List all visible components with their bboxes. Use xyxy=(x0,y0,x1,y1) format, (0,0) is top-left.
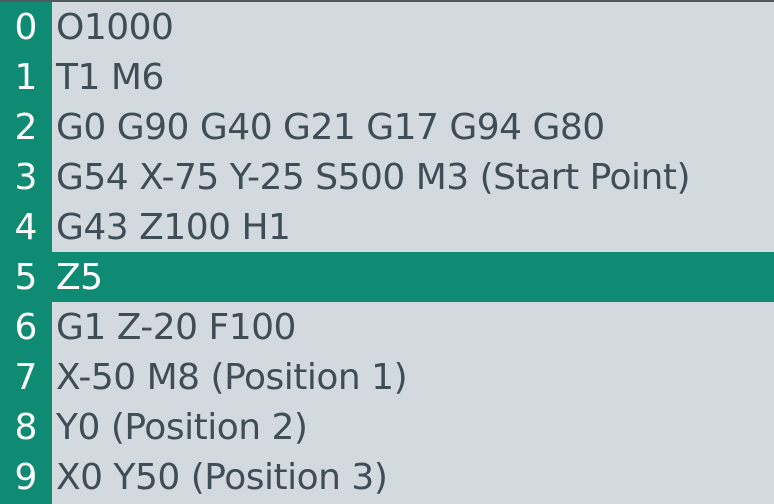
line-number: 8 xyxy=(14,406,38,448)
code-line-7[interactable]: 7 X-50 M8 (Position 1) xyxy=(0,352,774,402)
line-number: 6 xyxy=(14,306,38,348)
line-number: 1 xyxy=(14,56,38,98)
line-number: 4 xyxy=(14,206,38,248)
line-code: Y0 (Position 2) xyxy=(56,406,308,448)
line-code: O1000 xyxy=(56,6,174,48)
code-line-1[interactable]: 1 T1 M6 xyxy=(0,52,774,102)
code-line-2[interactable]: 2 G0 G90 G40 G21 G17 G94 G80 xyxy=(0,102,774,152)
line-number: 3 xyxy=(14,156,38,198)
line-code: T1 M6 xyxy=(56,56,164,98)
line-code: X-50 M8 (Position 1) xyxy=(56,356,408,398)
code-line-4[interactable]: 4 G43 Z100 H1 xyxy=(0,202,774,252)
line-code: X0 Y50 (Position 3) xyxy=(56,456,388,498)
line-number: 5 xyxy=(14,256,38,298)
line-code: G1 Z-20 F100 xyxy=(56,306,296,348)
gcode-editor[interactable]: 0 O1000 1 T1 M6 2 G0 G90 G40 G21 G17 G94… xyxy=(0,0,774,504)
line-code: Z5 xyxy=(56,256,103,298)
line-number: 0 xyxy=(14,6,38,48)
code-line-9[interactable]: 9 X0 Y50 (Position 3) xyxy=(0,452,774,502)
code-line-3[interactable]: 3 G54 X-75 Y-25 S500 M3 (Start Point) xyxy=(0,152,774,202)
code-line-6[interactable]: 6 G1 Z-20 F100 xyxy=(0,302,774,352)
code-line-8[interactable]: 8 Y0 (Position 2) xyxy=(0,402,774,452)
line-number: 9 xyxy=(14,456,38,498)
line-code: G54 X-75 Y-25 S500 M3 (Start Point) xyxy=(56,156,691,198)
line-code: G43 Z100 H1 xyxy=(56,206,291,248)
code-line-5-active[interactable]: 5 Z5 xyxy=(0,252,774,302)
line-number: 2 xyxy=(14,106,38,148)
code-lines: 0 O1000 1 T1 M6 2 G0 G90 G40 G21 G17 G94… xyxy=(0,2,774,502)
code-line-0[interactable]: 0 O1000 xyxy=(0,2,774,52)
line-number: 7 xyxy=(14,356,38,398)
line-code: G0 G90 G40 G21 G17 G94 G80 xyxy=(56,106,605,148)
